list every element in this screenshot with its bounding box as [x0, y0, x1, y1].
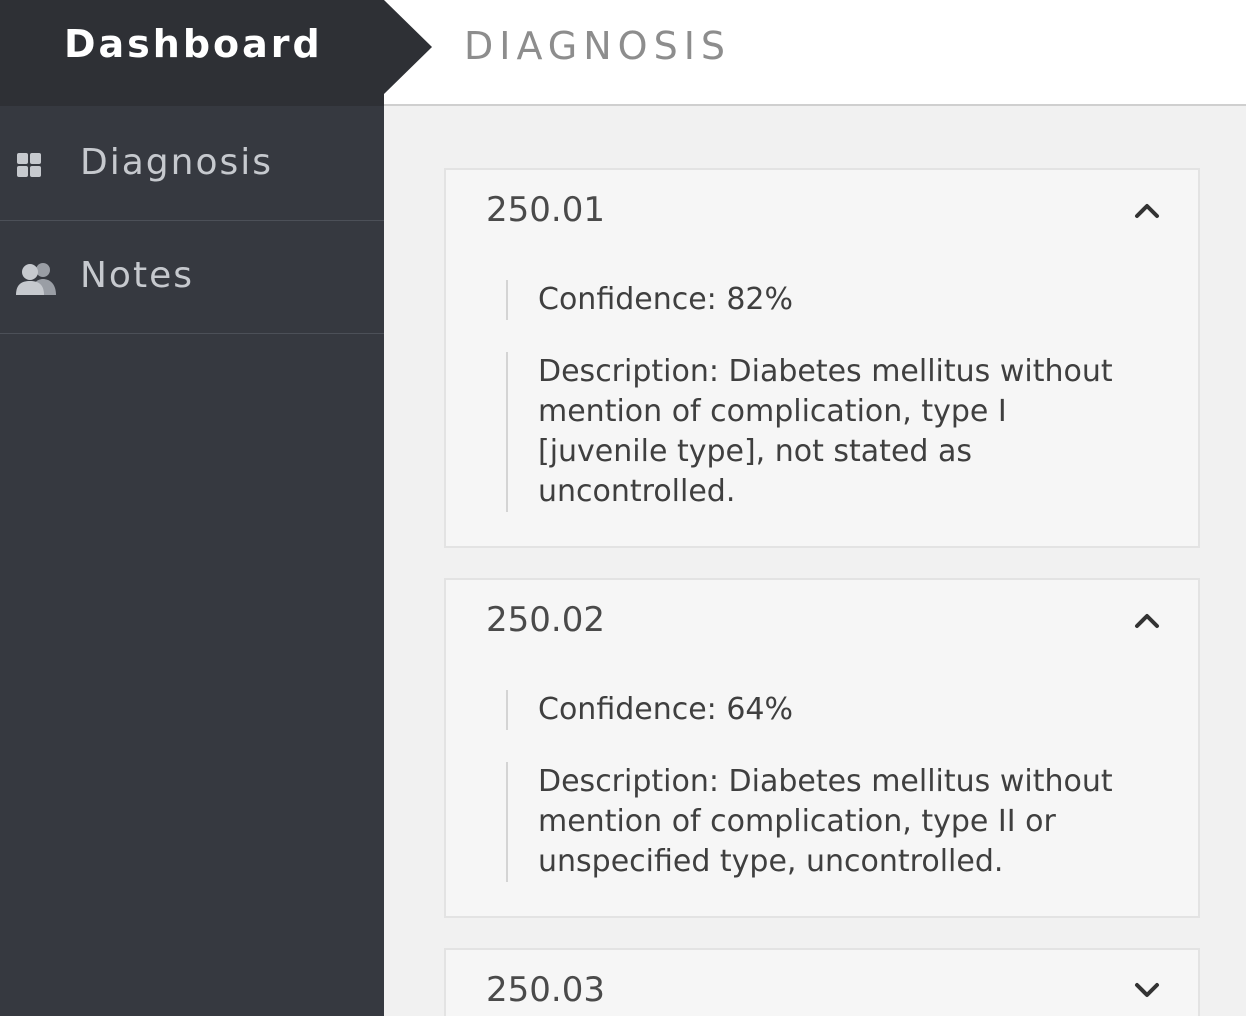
diagnosis-card-body: Confidence: 64% Description: Diabetes me… — [446, 662, 1198, 916]
diagnosis-card-body: Confidence: 82% Description: Diabetes me… — [446, 252, 1198, 546]
brand-arrow — [384, 0, 432, 94]
chevron-down-icon[interactable] — [1134, 980, 1160, 1000]
sidebar-item-label: Diagnosis — [80, 142, 273, 183]
diagnosis-card: 250.01 Confidence: 82% Description: Diab… — [444, 168, 1200, 548]
users-icon — [16, 263, 56, 295]
diagnosis-card: 250.03 — [444, 948, 1200, 1016]
chevron-up-icon[interactable] — [1134, 610, 1160, 630]
diagnosis-card-header[interactable]: 250.03 — [446, 950, 1198, 1016]
chevron-up-icon[interactable] — [1134, 200, 1160, 220]
brand-header[interactable]: Dashboard — [0, 0, 384, 106]
sidebar-item-label: Notes — [80, 255, 194, 296]
page-title: DIAGNOSIS — [464, 24, 732, 68]
diagnosis-card: 250.02 Confidence: 64% Description: Diab… — [444, 578, 1200, 918]
diagnosis-code: 250.01 — [486, 190, 605, 230]
sidebar-item-notes[interactable]: Notes — [0, 221, 384, 334]
diagnosis-card-header[interactable]: 250.02 — [446, 580, 1198, 662]
description-text: Description: Diabetes mellitus without m… — [506, 352, 1138, 512]
sidebar-item-diagnosis[interactable]: Diagnosis — [0, 108, 384, 221]
sidebar-nav: Diagnosis Notes — [0, 108, 384, 334]
confidence-text: Confidence: 82% — [506, 280, 1138, 320]
brand-title: Dashboard — [64, 22, 323, 66]
confidence-text: Confidence: 64% — [506, 690, 1138, 730]
diagnosis-code: 250.02 — [486, 600, 605, 640]
description-text: Description: Diabetes mellitus without m… — [506, 762, 1138, 882]
diagnosis-code: 250.03 — [486, 970, 605, 1010]
top-bar: DIAGNOSIS — [384, 0, 1246, 106]
grid-icon — [17, 153, 41, 177]
sidebar: Dashboard Diagnosis Notes — [0, 0, 384, 1016]
diagnosis-card-header[interactable]: 250.01 — [446, 170, 1198, 252]
diagnosis-list: 250.01 Confidence: 82% Description: Diab… — [444, 168, 1200, 1016]
